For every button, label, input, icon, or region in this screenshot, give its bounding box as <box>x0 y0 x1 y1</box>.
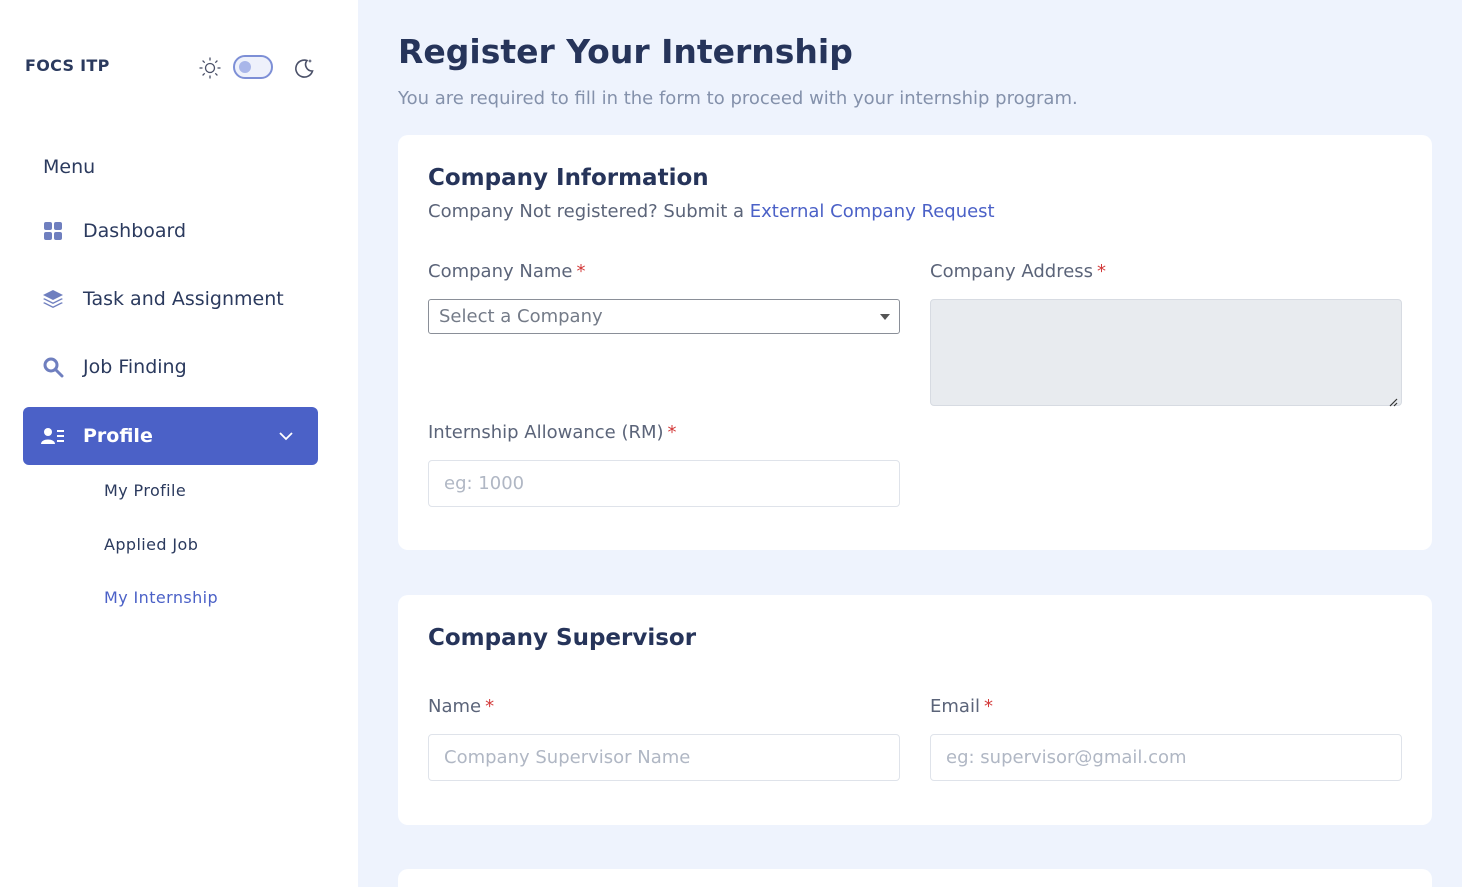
label-text: Name <box>428 696 482 717</box>
allowance-label: Internship Allowance (RM) * <box>428 422 677 443</box>
required-asterisk: * <box>576 261 586 282</box>
note-text: Company Not registered? Submit a <box>428 201 750 222</box>
company-select-value: Select a Company <box>439 306 603 327</box>
required-asterisk: * <box>1097 261 1107 282</box>
layers-icon <box>41 287 65 311</box>
required-asterisk: * <box>983 696 993 717</box>
card-title: Company Supervisor <box>428 625 697 651</box>
brand-logo[interactable]: FOCS ITP <box>25 56 110 75</box>
moon-icon <box>292 56 316 80</box>
sun-icon <box>198 56 222 80</box>
sidebar-item-profile[interactable]: Profile <box>23 407 318 465</box>
sidebar-item-label: Task and Assignment <box>83 288 284 310</box>
label-text: Company Address <box>930 261 1094 282</box>
sidebar-item-job-finding[interactable]: Job Finding <box>23 338 318 396</box>
toggle-knob <box>239 61 251 73</box>
page-subtitle: You are required to fill in the form to … <box>398 88 1078 109</box>
card-title: Company Information <box>428 165 709 191</box>
external-company-note: Company Not registered? Submit a Externa… <box>428 201 995 222</box>
sidebar-item-tasks[interactable]: Task and Assignment <box>23 270 318 328</box>
label-text: Email <box>930 696 980 717</box>
sidebar-item-label: Job Finding <box>83 356 187 378</box>
page-title: Register Your Internship <box>398 32 853 71</box>
supervisor-name-input[interactable] <box>428 734 900 781</box>
caret-down-icon <box>880 314 890 320</box>
company-name-label: Company Name * <box>428 261 585 282</box>
sidebar-subitem-my-profile[interactable]: My Profile <box>104 481 186 500</box>
external-company-request-link[interactable]: External Company Request <box>750 201 995 222</box>
sidebar-subitem-applied-job[interactable]: Applied Job <box>104 535 198 554</box>
supervisor-email-input[interactable] <box>930 734 1402 781</box>
sidebar-item-dashboard[interactable]: Dashboard <box>23 202 318 260</box>
sidebar-item-label: Dashboard <box>83 220 187 242</box>
sidebar: FOCS ITP Menu Dashboard Task and Assignm… <box>0 0 358 887</box>
company-address-textarea[interactable] <box>930 299 1402 407</box>
resize-grip-icon[interactable] <box>1388 392 1398 407</box>
theme-switch <box>198 55 314 81</box>
main-content: Register Your Internship You are require… <box>358 0 1462 887</box>
company-address-label: Company Address * <box>930 261 1106 282</box>
company-information-card: Company Information Company Not register… <box>398 135 1432 550</box>
user-list-icon <box>41 424 65 448</box>
allowance-input[interactable] <box>428 460 900 507</box>
sidebar-subitem-my-internship[interactable]: My Internship <box>104 588 218 607</box>
chevron-down-icon[interactable] <box>276 426 296 446</box>
company-supervisor-card: Company Supervisor Name* Email* <box>398 595 1432 825</box>
required-asterisk: * <box>485 696 495 717</box>
label-text: Company Name <box>428 261 573 282</box>
supervisor-name-label: Name * <box>428 696 494 717</box>
sidebar-item-label: Profile <box>83 425 153 447</box>
supervisor-email-label: Email * <box>930 696 993 717</box>
required-asterisk: * <box>667 422 677 443</box>
search-icon <box>41 355 65 379</box>
label-text: Internship Allowance (RM) <box>428 422 664 443</box>
theme-toggle[interactable] <box>233 55 273 79</box>
next-section-card <box>398 869 1432 887</box>
company-select[interactable]: Select a Company <box>428 299 900 334</box>
menu-heading: Menu <box>43 156 96 178</box>
grid-icon <box>41 219 65 243</box>
